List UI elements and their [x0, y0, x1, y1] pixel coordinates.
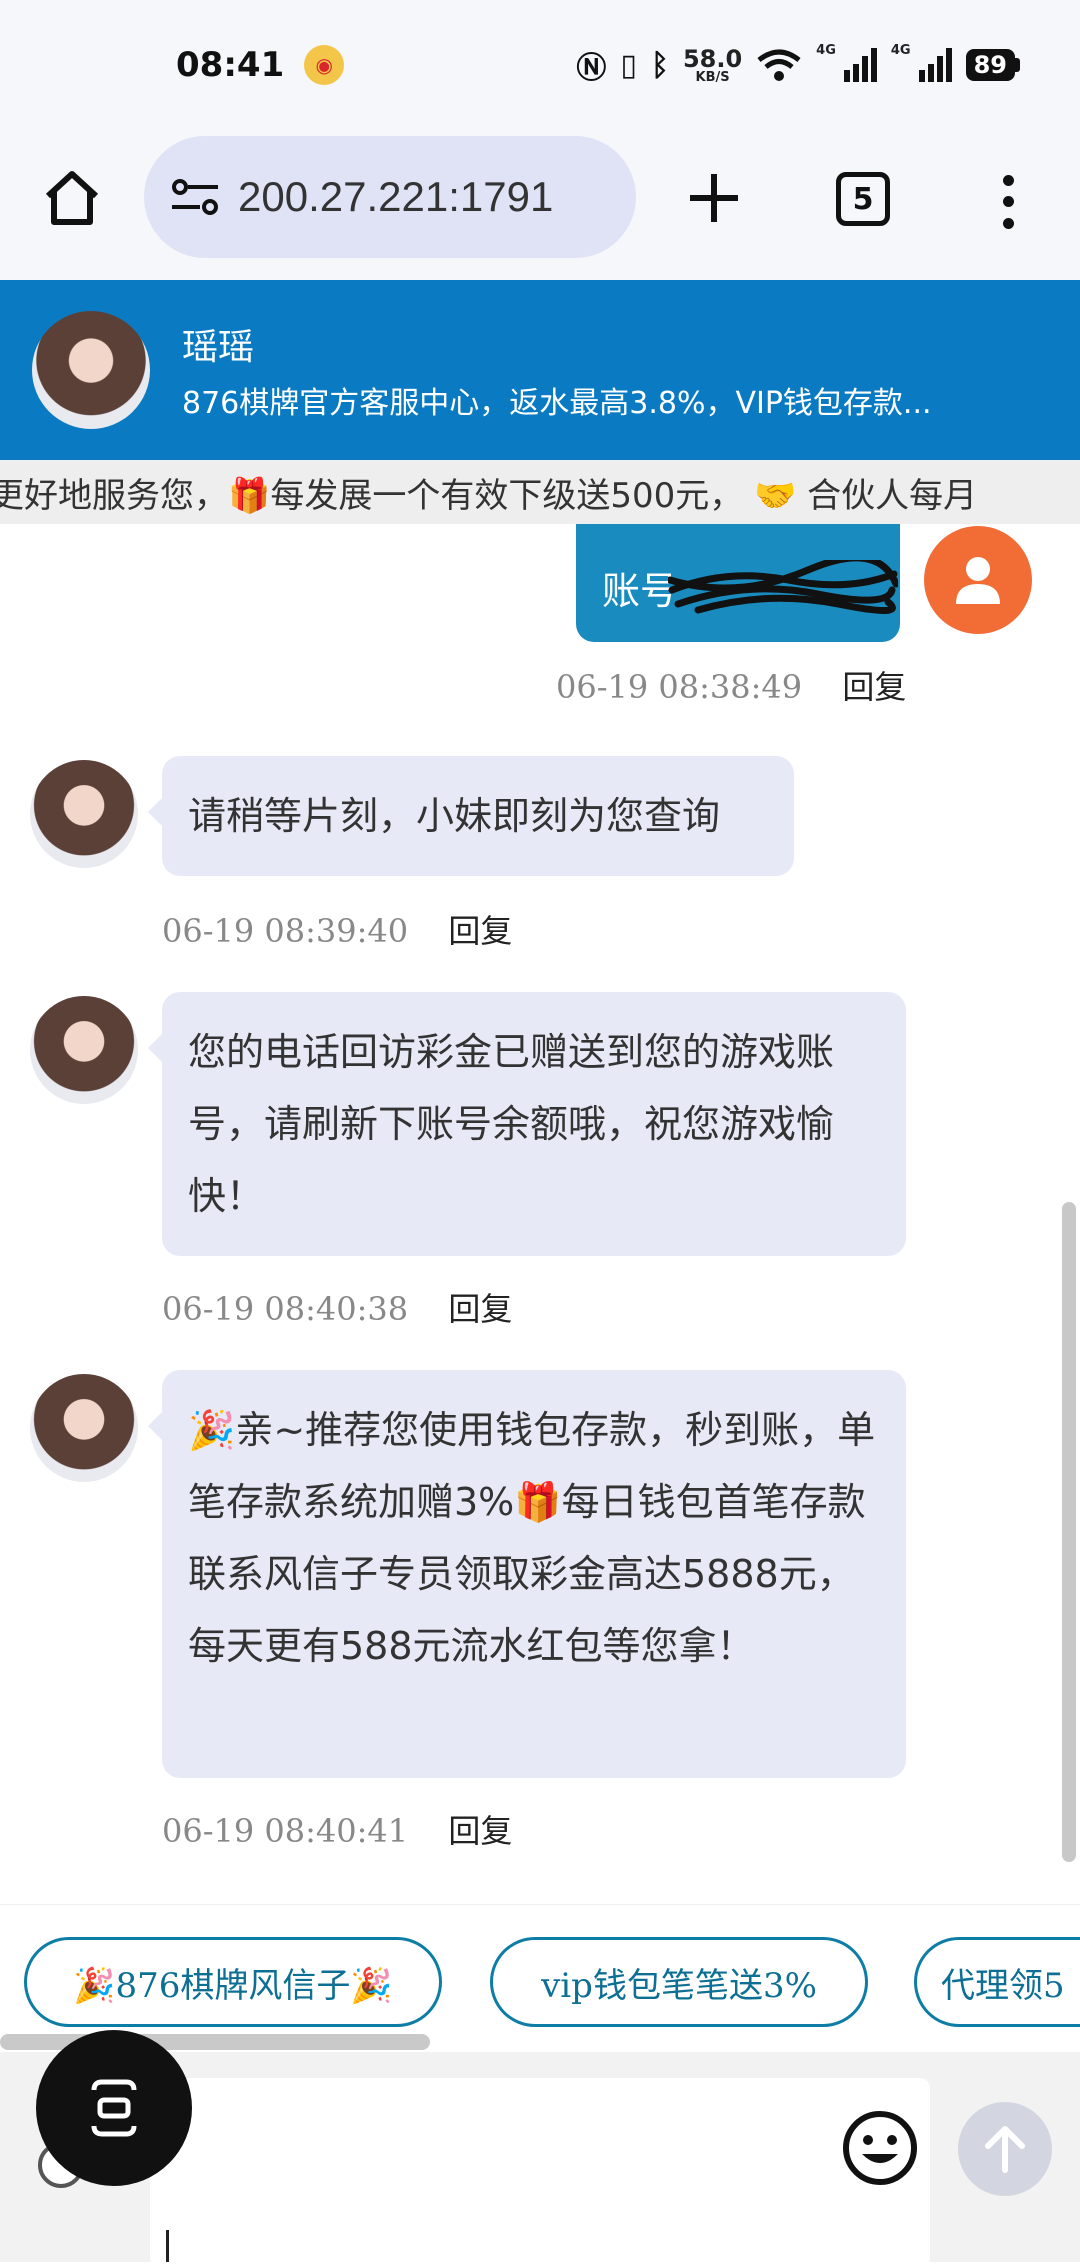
weibo-icon: ◉ — [304, 45, 345, 85]
agent-avatar — [30, 760, 138, 868]
message-meta: 06-19 08:39:40 回复 — [162, 906, 512, 952]
speed-value: 58.0 — [682, 44, 743, 73]
agent-avatar — [30, 1374, 138, 1482]
emoji-icon[interactable] — [840, 2108, 920, 2188]
browser-toolbar: 200.27.221:1791 5 — [0, 130, 1080, 280]
text-cursor — [166, 2230, 169, 2262]
agent-header: 瑶瑶 876棋牌官方客服中心，返水最高3.8%，VIP钱包存款... — [0, 280, 1080, 460]
redaction-scribble — [668, 560, 898, 614]
battery-level: 89 — [965, 49, 1015, 81]
message-bubble: 🎉亲~推荐您使用钱包存款，秒到账，单笔存款系统加赠3%🎁每日钱包首笔存款联系风信… — [148, 1370, 906, 1778]
message-meta: 06-19 08:40:38 回复 — [162, 1284, 512, 1330]
battery-icon: 89 — [965, 49, 1020, 81]
agent-avatar — [30, 996, 138, 1104]
user-message-label: 账号 — [602, 569, 679, 613]
user-message-bubble: 账号 — [576, 524, 900, 642]
nfc-icon: Ⓝ — [576, 51, 607, 86]
message-bubble: 您的电话回访彩金已赠送到您的游戏账号，请刷新下账号余额哦，祝您游戏愉快！ — [148, 992, 906, 1256]
address-bar[interactable]: 200.27.221:1791 — [144, 136, 636, 258]
url-text[interactable]: 200.27.221:1791 — [238, 173, 598, 221]
message-time: 06-19 08:40:38 — [162, 1290, 409, 1328]
network-speed: 58.0 KB/S — [683, 47, 742, 84]
marquee-text: 更好地服务您，🎁每发展一个有效下级送500元， 🤝 合伙人每月 — [0, 475, 978, 516]
arrow-up-icon — [985, 2126, 1025, 2173]
reply-link[interactable]: 回复 — [842, 668, 906, 706]
user-icon — [956, 557, 1000, 604]
home-icon[interactable] — [40, 166, 104, 230]
agent-description: 876棋牌官方客服中心，返水最高3.8%，VIP钱包存款... — [182, 386, 932, 421]
tab-switcher-button[interactable]: 5 — [836, 172, 890, 226]
user-avatar — [924, 526, 1032, 634]
signal-icon-2 — [918, 48, 952, 82]
network-type-1: 4G — [816, 43, 836, 58]
user-message-meta: 06-19 08:38:49 回复 — [556, 662, 906, 708]
message-time: 06-19 08:39:40 — [162, 912, 409, 950]
vibrate-icon: ▯ — [620, 47, 637, 83]
reply-link[interactable]: 回复 — [448, 912, 512, 950]
status-icons: Ⓝ ▯ ᛒ 58.0 KB/S 4G 4G 89 — [576, 43, 1020, 87]
new-tab-icon[interactable] — [682, 166, 746, 230]
signal-icon-1 — [843, 48, 877, 82]
more-menu-icon[interactable] — [990, 170, 1026, 234]
chat-scrollbar[interactable] — [1062, 1202, 1076, 1862]
message-time: 06-19 08:38:49 — [556, 668, 803, 706]
chat-area[interactable]: 账号 06-19 08:38:49 回复 请稍等片刻，小妹即刻为您查询 06-1… — [0, 524, 1080, 1904]
status-time: 08:41 — [176, 45, 285, 85]
reply-link[interactable]: 回复 — [448, 1812, 512, 1850]
agent-avatar — [32, 311, 150, 429]
announcement-marquee: 更好地服务您，🎁每发展一个有效下级送500元， 🤝 合伙人每月 — [0, 460, 1080, 524]
reply-link[interactable]: 回复 — [448, 1290, 512, 1328]
status-bar: 08:41 ◉ Ⓝ ▯ ᛒ 58.0 KB/S 4G 4G 89 — [0, 0, 1080, 130]
message-bubble: 请稍等片刻，小妹即刻为您查询 — [148, 756, 794, 876]
network-type-2: 4G — [890, 43, 911, 58]
floating-scan-button[interactable] — [36, 2030, 192, 2186]
quick-reply-chip[interactable]: 代理领5 — [914, 1937, 1080, 2027]
quick-replies: 🎉876棋牌风信子🎉 vip钱包笔笔送3% 代理领5 — [0, 1904, 1080, 2034]
message-input[interactable] — [150, 2078, 930, 2268]
message-meta: 06-19 08:40:41 回复 — [162, 1806, 512, 1852]
send-button[interactable] — [958, 2102, 1052, 2196]
bluetooth-icon: ᛒ — [650, 47, 669, 83]
wifi-icon — [757, 49, 801, 81]
message-time: 06-19 08:40:41 — [162, 1812, 409, 1850]
speed-unit: KB/S — [695, 69, 730, 85]
quick-reply-chip[interactable]: vip钱包笔笔送3% — [490, 1937, 868, 2027]
scan-icon — [91, 2079, 137, 2137]
agent-name: 瑶瑶 — [182, 327, 255, 368]
site-settings-icon[interactable] — [168, 177, 224, 217]
quick-reply-chip[interactable]: 🎉876棋牌风信子🎉 — [24, 1937, 442, 2027]
